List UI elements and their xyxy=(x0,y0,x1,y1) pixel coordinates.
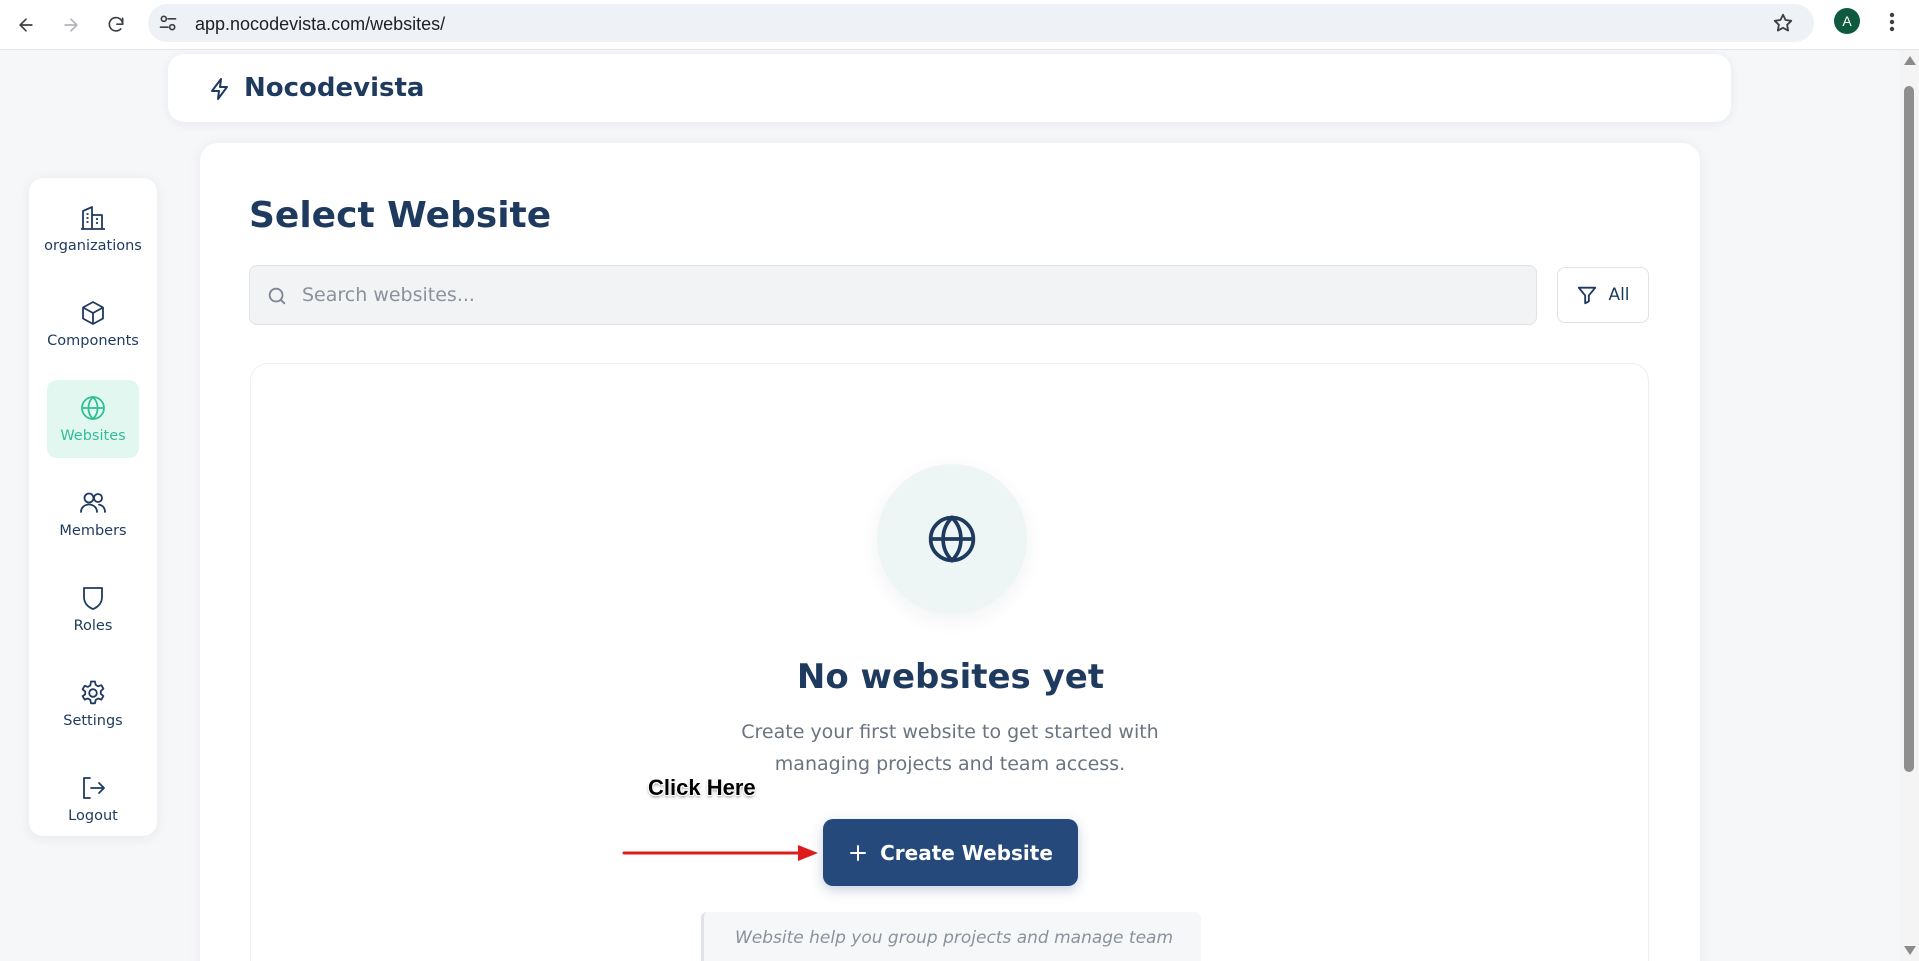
sidebar-item-label: Components xyxy=(47,333,139,349)
sidebar-item-logout[interactable]: Logout xyxy=(47,760,139,838)
red-arrow-icon xyxy=(622,845,818,861)
reload-button[interactable] xyxy=(100,9,132,41)
lightning-bolt-icon xyxy=(211,78,228,100)
logout-icon xyxy=(83,777,105,799)
app-header: Nocodevista xyxy=(168,54,1731,122)
plus-icon xyxy=(850,844,867,861)
site-settings-icon[interactable] xyxy=(158,13,178,33)
create-website-button[interactable]: Create Website xyxy=(823,819,1078,886)
browser-toolbar: app.nocodevista.com/websites/ A xyxy=(0,0,1919,50)
address-bar[interactable]: app.nocodevista.com/websites/ xyxy=(148,4,1814,42)
shield-icon xyxy=(83,587,103,610)
sidebar-item-organizations[interactable]: organizations xyxy=(44,190,142,268)
filter-button[interactable]: All xyxy=(1557,267,1649,323)
bookmark-star-icon[interactable] xyxy=(1772,12,1794,34)
profile-avatar[interactable]: A xyxy=(1834,8,1860,34)
globe-icon xyxy=(928,515,976,563)
sidebar-item-label: organizations xyxy=(44,238,142,254)
page-viewport: Nocodevista organizations Components Web… xyxy=(0,50,1900,961)
sidebar: organizations Components Websites Member… xyxy=(29,178,157,836)
search-input[interactable] xyxy=(302,266,1522,324)
sidebar-item-label: Roles xyxy=(73,618,113,634)
empty-state: No websites yet Create your first websit… xyxy=(250,363,1649,961)
page-scrollbar[interactable] xyxy=(1900,50,1919,961)
filter-icon xyxy=(1578,286,1597,305)
forward-button[interactable] xyxy=(55,9,87,41)
page-title: Select Website xyxy=(249,195,552,236)
url-text: app.nocodevista.com/websites/ xyxy=(195,14,446,34)
sidebar-item-roles[interactable]: Roles xyxy=(47,570,139,648)
search-icon xyxy=(268,287,286,305)
brand-name: Nocodevista xyxy=(244,73,425,103)
back-button[interactable] xyxy=(10,9,42,41)
empty-state-title: No websites yet xyxy=(796,657,1105,697)
gear-icon xyxy=(81,680,105,705)
users-icon xyxy=(80,492,106,513)
empty-state-description: Create your first website to get started… xyxy=(741,721,1159,775)
reload-icon xyxy=(108,16,124,32)
globe-icon xyxy=(81,395,105,421)
click-here-annotation: Click Here xyxy=(648,775,756,800)
sidebar-item-components[interactable]: Components xyxy=(47,285,139,363)
sidebar-item-members[interactable]: Members xyxy=(47,475,139,553)
sidebar-item-label: Members xyxy=(59,523,127,539)
create-website-label: Create Website xyxy=(880,840,1053,865)
sidebar-item-label: Settings xyxy=(63,713,123,729)
search-box xyxy=(249,265,1537,325)
scroll-down-arrow[interactable] xyxy=(1904,946,1916,955)
building-icon xyxy=(81,206,105,230)
arrow-right-icon xyxy=(64,18,78,32)
sidebar-item-label: Logout xyxy=(68,808,118,824)
arrow-left-icon xyxy=(19,18,33,32)
empty-state-illustration xyxy=(877,464,1027,614)
sidebar-item-settings[interactable]: Settings xyxy=(47,665,139,743)
hint-box: Website help you group projects and mana… xyxy=(701,912,1201,961)
hint-text: Website help you group projects and mana… xyxy=(734,928,1174,948)
scroll-up-arrow[interactable] xyxy=(1904,56,1916,65)
sidebar-item-websites[interactable]: Websites xyxy=(47,380,139,458)
filter-label: All xyxy=(1608,285,1630,305)
scroll-thumb[interactable] xyxy=(1904,86,1914,772)
sidebar-item-label: Websites xyxy=(60,428,126,444)
main-panel: Select Website All No websites yet Creat… xyxy=(200,143,1700,961)
cube-icon xyxy=(82,301,104,325)
more-menu-icon[interactable] xyxy=(1882,10,1902,34)
